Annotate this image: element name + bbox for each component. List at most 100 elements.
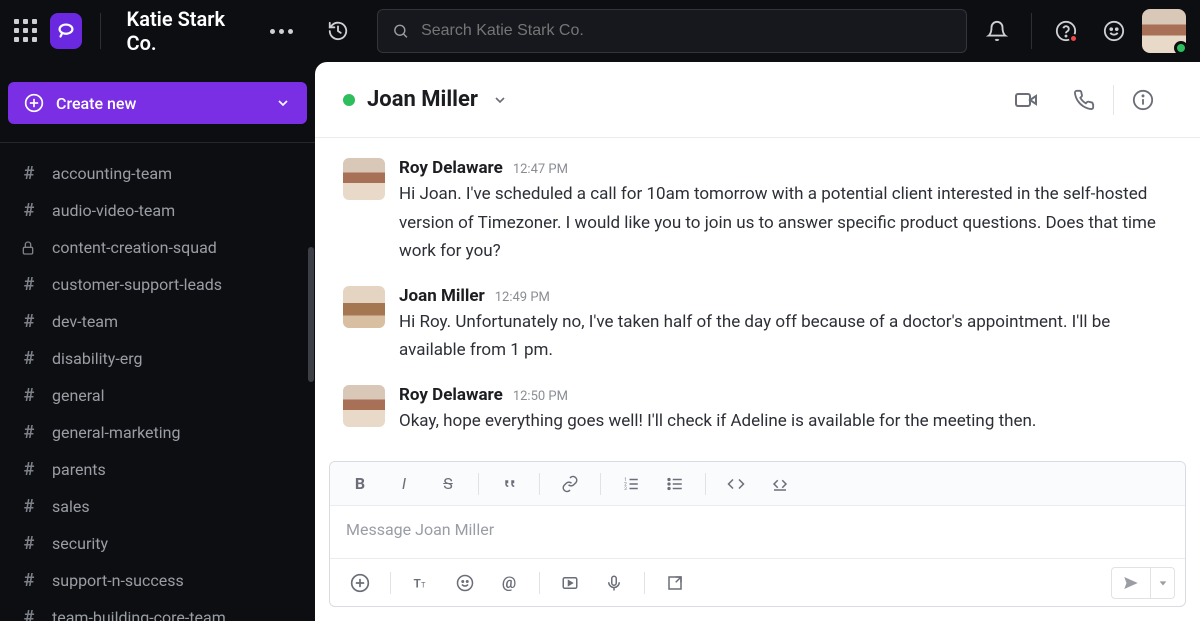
- search-icon: [392, 22, 409, 40]
- sidebar-channel-accounting-team[interactable]: # accounting-team: [0, 155, 315, 192]
- composer-actions: TT @: [330, 558, 1185, 606]
- message-author[interactable]: Joan Miller: [399, 286, 485, 306]
- brand-logo[interactable]: [50, 13, 82, 49]
- sidebar: Create new #accounting-team#audio-video-…: [0, 62, 315, 621]
- divider: [600, 473, 601, 495]
- sidebar-channel-dev-team[interactable]: #dev-team: [0, 303, 315, 340]
- channel-label: security: [52, 534, 108, 553]
- chat-title-menu[interactable]: [492, 92, 508, 108]
- sidebar-channel-general[interactable]: #general: [0, 377, 315, 414]
- hash-icon: #: [20, 163, 38, 184]
- divider: [705, 473, 706, 495]
- add-attachment-button[interactable]: [340, 566, 380, 600]
- sidebar-channel-disability-erg[interactable]: #disability-erg: [0, 340, 315, 377]
- message-author[interactable]: Roy Delaware: [399, 158, 503, 178]
- bold-button[interactable]: B: [340, 467, 380, 501]
- ordered-list-button[interactable]: 123: [611, 467, 651, 501]
- search-input[interactable]: [421, 22, 952, 40]
- sidebar-channel-customer-support-leads[interactable]: #customer-support-leads: [0, 266, 315, 303]
- mention-button[interactable]: @: [489, 566, 529, 600]
- workspace-name[interactable]: Katie Stark Co.: [127, 7, 244, 55]
- emoji-button[interactable]: [445, 566, 485, 600]
- sidebar-channel-support-n-success[interactable]: #support-n-success: [0, 562, 315, 599]
- help-notification-dot: [1069, 34, 1078, 43]
- info-icon[interactable]: [1114, 80, 1172, 120]
- messages-list: Roy Delaware 12:47 PM Hi Joan. I've schedu…: [315, 138, 1200, 461]
- message-time: 12:47 PM: [513, 162, 568, 177]
- sidebar-channel-security[interactable]: # security: [0, 525, 315, 562]
- chat-actions: [997, 80, 1172, 120]
- audio-message-button[interactable]: [594, 566, 634, 600]
- chat-panel: Joan Miller Roy Delaware 12:47 PM Hi Joan.…: [315, 62, 1200, 621]
- chevron-down-icon: [275, 95, 291, 111]
- audio-call-icon[interactable]: [1055, 80, 1113, 120]
- message-avatar[interactable]: [343, 385, 385, 427]
- sidebar-channel-sales[interactable]: #sales: [0, 488, 315, 525]
- hash-icon: #: [20, 607, 38, 621]
- hash-icon: #: [20, 274, 38, 295]
- divider: [100, 13, 101, 49]
- user-avatar[interactable]: [1142, 9, 1186, 53]
- message-author[interactable]: Roy Delaware: [399, 385, 503, 405]
- quote-button[interactable]: [489, 467, 529, 501]
- send-button-group: [1111, 567, 1175, 599]
- composer-container: B I S 123: [315, 461, 1200, 621]
- channel-label: accounting-team: [52, 164, 172, 183]
- history-icon[interactable]: [327, 19, 349, 43]
- unordered-list-button[interactable]: [655, 467, 695, 501]
- message: Joan Miller12:49 PMHi Roy. Unfortunately…: [343, 286, 1172, 365]
- composer-input-area[interactable]: [330, 506, 1185, 558]
- lock-icon: [20, 240, 38, 256]
- channel-label: support-n-success: [52, 571, 184, 590]
- topbar-right: [977, 9, 1186, 53]
- link-button[interactable]: [550, 467, 590, 501]
- channel-label: content-creation-squad: [52, 238, 217, 257]
- message-text: Hi Roy. Unfortunately no, I've taken hal…: [399, 308, 1172, 365]
- channel-label: general-marketing: [52, 423, 180, 442]
- message-composer: B I S 123: [329, 461, 1186, 607]
- sidebar-channel-parents[interactable]: #parents: [0, 451, 315, 488]
- divider: [539, 572, 540, 594]
- channels-list: #accounting-team#audio-video-teamcontent…: [0, 151, 315, 621]
- send-button[interactable]: [1112, 568, 1150, 598]
- scrollbar-thumb[interactable]: [308, 247, 314, 382]
- sidebar-channel-content-creation-squad[interactable]: content-creation-squad: [0, 229, 315, 266]
- help-icon[interactable]: [1046, 11, 1086, 51]
- video-message-button[interactable]: [550, 566, 590, 600]
- create-new-button[interactable]: Create new: [8, 82, 307, 124]
- expand-button[interactable]: [655, 566, 695, 600]
- sidebar-channel-general-marketing[interactable]: # general-marketing: [0, 414, 315, 451]
- notifications-icon[interactable]: [977, 11, 1017, 51]
- send-options-button[interactable]: [1150, 568, 1174, 598]
- message-avatar[interactable]: [343, 286, 385, 328]
- message-avatar[interactable]: [343, 158, 385, 200]
- hash-icon: #: [20, 496, 38, 517]
- svg-text:T: T: [421, 580, 426, 589]
- codeblock-button[interactable]: [760, 467, 800, 501]
- code-button[interactable]: [716, 467, 756, 501]
- hash-icon: #: [20, 533, 38, 554]
- search-box[interactable]: [377, 9, 967, 53]
- channel-label: disability-erg: [52, 349, 143, 368]
- sidebar-channel-team-building-core-team[interactable]: #team-building-core-team: [0, 599, 315, 621]
- sidebar-channel-audio-video-team[interactable]: #audio-video-team: [0, 192, 315, 229]
- plus-circle-icon: [24, 93, 44, 113]
- italic-button[interactable]: I: [384, 467, 424, 501]
- strikethrough-button[interactable]: S: [428, 467, 468, 501]
- hash-icon: #: [20, 422, 38, 443]
- channel-label: audio-video-team: [52, 201, 175, 220]
- video-call-icon[interactable]: [997, 80, 1055, 120]
- apps-menu[interactable]: [14, 19, 38, 43]
- topbar: Katie Stark Co.: [0, 0, 1200, 62]
- divider: [644, 572, 645, 594]
- emoji-reaction-icon[interactable]: [1094, 11, 1134, 51]
- chat-title[interactable]: Joan Miller: [367, 87, 478, 112]
- hash-icon: #: [20, 385, 38, 406]
- presence-dot: [343, 94, 355, 106]
- topbar-left: Katie Stark Co.: [14, 7, 349, 55]
- workspace-menu[interactable]: [270, 29, 293, 34]
- divider: [0, 142, 315, 143]
- text-format-button[interactable]: TT: [401, 566, 441, 600]
- message-input[interactable]: [346, 520, 1169, 539]
- message-text: Hi Joan. I've scheduled a call for 10am …: [399, 180, 1172, 266]
